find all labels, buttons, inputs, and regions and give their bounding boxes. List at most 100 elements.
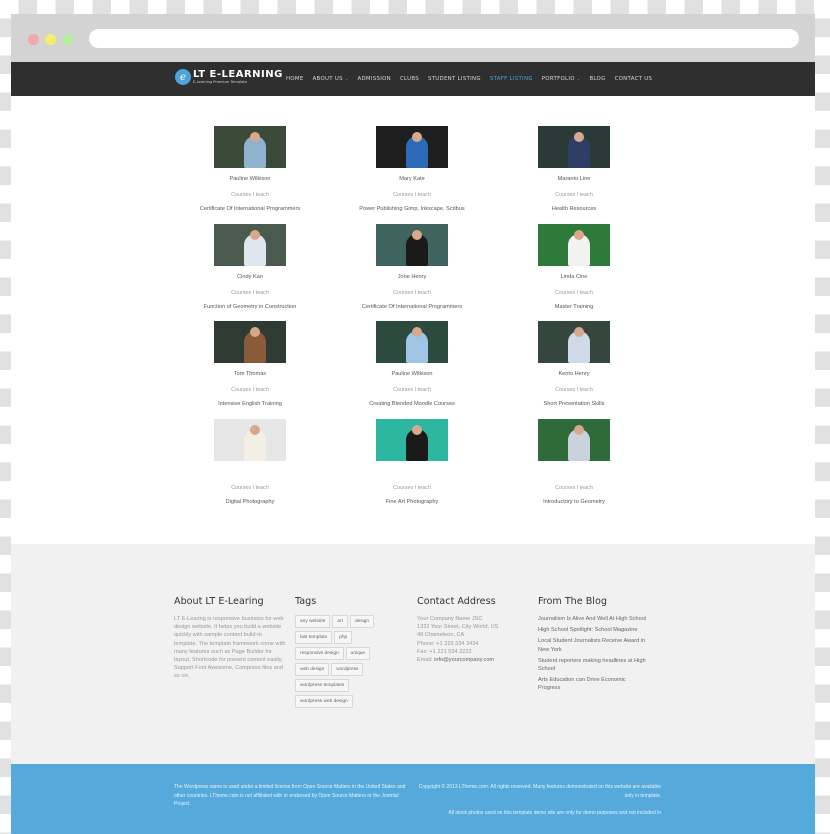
staff-photo[interactable]	[376, 126, 448, 168]
blog-list: Journalism Is Alive And Well At High Sch…	[538, 615, 648, 693]
course-link[interactable]: Function of Geometry in Construction	[160, 304, 340, 310]
staff-card: Tom Thomas Courses I teach Intensive Engli…	[160, 321, 340, 407]
tag-link[interactable]: art	[332, 615, 348, 628]
staff-name[interactable]: Tom Thomas	[160, 371, 340, 379]
menu-item-clubs[interactable]: CLUBS	[400, 76, 419, 82]
menu-item-label: CONTACT US	[614, 76, 653, 82]
menu-item-blog[interactable]: BLOG	[589, 76, 605, 82]
staff-name[interactable]	[322, 469, 502, 477]
site-logo[interactable]: e LT E-LEARNING E-Learning Premium Templ…	[175, 69, 283, 85]
tag-link[interactable]: php	[334, 631, 353, 644]
tag-link[interactable]: wordpress templates	[295, 679, 350, 692]
close-window-button[interactable]	[28, 34, 39, 45]
blog-post-link[interactable]: Arts Education can Drive Economic Progre…	[538, 676, 648, 692]
menu-item-staff-listing[interactable]: STAFF LISTING	[490, 76, 533, 82]
staff-name[interactable]	[484, 469, 664, 477]
course-link[interactable]: Introductory to Geometry	[484, 499, 664, 505]
course-link[interactable]: Master Training	[484, 304, 664, 310]
course-link[interactable]: Certificate Of International Programmers	[322, 304, 502, 310]
minimize-window-button[interactable]	[45, 34, 56, 45]
staff-photo[interactable]	[538, 126, 610, 168]
staff-name[interactable]: Kento Henry	[484, 371, 664, 379]
blog-post-link[interactable]: Journalism Is Alive And Well At High Sch…	[538, 615, 648, 623]
menu-item-home[interactable]: HOME	[286, 76, 304, 82]
person-head	[250, 327, 260, 337]
tag-link[interactable]: any website	[295, 615, 331, 628]
blog-post-link[interactable]: Local Student Journalists Receive Award …	[538, 637, 648, 653]
staff-name[interactable]: Jone Henry	[322, 274, 502, 282]
staff-name[interactable]: Mary Kate	[322, 176, 502, 184]
e-learning-logo-icon: e	[175, 69, 191, 85]
email-link[interactable]: info@yourcompany.com	[434, 657, 494, 663]
course-link[interactable]: Fine Art Photography	[322, 499, 502, 505]
chevron-down-icon: ⌄	[576, 76, 581, 81]
logo-title: LT E-LEARNING	[193, 69, 283, 80]
staff-photo[interactable]	[538, 321, 610, 363]
person-head	[574, 327, 584, 337]
staff-photo[interactable]	[376, 418, 448, 461]
staff-photo[interactable]	[538, 418, 610, 461]
courses-label: Courses I teach	[555, 387, 593, 393]
tag-link[interactable]: web design	[295, 663, 330, 676]
courses-label: Courses I teach	[231, 387, 269, 393]
course-link[interactable]: Health Resources	[484, 206, 664, 212]
courses-label: Courses I teach	[231, 484, 269, 491]
staff-photo[interactable]	[376, 223, 448, 266]
menu-item-student-listing[interactable]: STUDENT LISTING	[428, 76, 481, 82]
course-link[interactable]: Digital Photography	[160, 499, 340, 505]
chevron-down-icon: ⌄	[344, 76, 349, 81]
menu-item-about-us[interactable]: ABOUT US ⌄	[313, 76, 349, 82]
staff-card: Courses I teach Introductory to Geometry	[484, 418, 664, 505]
staff-photo[interactable]	[214, 321, 286, 363]
menu-item-label: BLOG	[589, 76, 606, 82]
blog-post-link[interactable]: High School Spotlight: School Magazine	[538, 626, 648, 634]
contact-title: Contact Address	[417, 596, 496, 607]
staff-card: Maranto Line Courses I teach Health Resour…	[484, 126, 664, 212]
staff-photo[interactable]	[538, 223, 610, 266]
tag-link[interactable]: responsive design	[295, 647, 344, 660]
tag-link[interactable]: last template	[295, 631, 333, 644]
staff-name[interactable]: Pauline Wilkison	[322, 371, 502, 379]
menu-item-admission[interactable]: ADMISSION	[357, 76, 391, 82]
course-link[interactable]: Certificate Of International Programmers	[160, 206, 340, 212]
person-head	[574, 229, 584, 240]
course-link[interactable]: Intensive English Training	[160, 401, 340, 407]
browser-window: e LT E-LEARNING E-Learning Premium Templ…	[11, 14, 815, 834]
menu-item-label: CLUBS	[399, 76, 419, 82]
staff-listing: Pauline Wilkison Courses I teach Certifica…	[11, 96, 815, 546]
staff-photo[interactable]	[214, 418, 286, 461]
staff-photo[interactable]	[376, 321, 448, 363]
courses-label: Courses I teach	[393, 192, 431, 198]
blog-post-link[interactable]: Student reporters making headlines at Hi…	[538, 657, 648, 673]
footer-about: About LT E-Learing LT E-Learing is respo…	[174, 596, 286, 681]
menu-item-label: ABOUT US	[312, 76, 343, 82]
tags-title: Tags	[295, 596, 317, 607]
staff-name[interactable]	[160, 469, 340, 477]
staff-photo[interactable]	[214, 223, 286, 266]
tag-link[interactable]: unique	[345, 647, 371, 660]
staff-name[interactable]: Pauline Wilkison	[160, 176, 340, 184]
tag-link[interactable]: design	[349, 615, 375, 628]
footer-blog: From The Blog Journalism Is Alive And We…	[538, 596, 648, 696]
address-bar[interactable]	[89, 29, 799, 48]
menu-item-portfolio[interactable]: PORTFOLIO ⌄	[542, 76, 581, 82]
staff-photo[interactable]	[214, 126, 286, 168]
staff-card: Linda Cine Courses I teach Master Training	[484, 223, 664, 310]
staff-name[interactable]: Cindy Kan	[160, 274, 340, 282]
staff-name[interactable]: Linda Cine	[484, 274, 664, 282]
tag-link[interactable]: wordpress	[331, 663, 364, 676]
menu-item-label: ADMISSION	[357, 76, 391, 82]
maximize-window-button[interactable]	[62, 34, 73, 45]
person-head	[574, 132, 584, 142]
course-link[interactable]: Creating Blended Moodle Courses	[322, 401, 502, 407]
course-link[interactable]: Short Presentation Skills	[484, 401, 664, 407]
person-head	[412, 132, 422, 142]
courses-label: Courses I teach	[555, 192, 593, 198]
menu-item-contact-us[interactable]: CONTACT US	[615, 76, 653, 82]
staff-name[interactable]: Maranto Line	[484, 176, 664, 184]
license-text: The Wordpress name is used under a limit…	[174, 784, 406, 808]
person-head	[250, 132, 260, 142]
tag-link[interactable]: wordpress web design	[295, 695, 353, 708]
course-link[interactable]: Power Publishing Gimp, Inkscape, Scribus	[322, 206, 502, 212]
staff-card: Cindy Kan Courses I teach Function of Geom…	[160, 223, 340, 310]
